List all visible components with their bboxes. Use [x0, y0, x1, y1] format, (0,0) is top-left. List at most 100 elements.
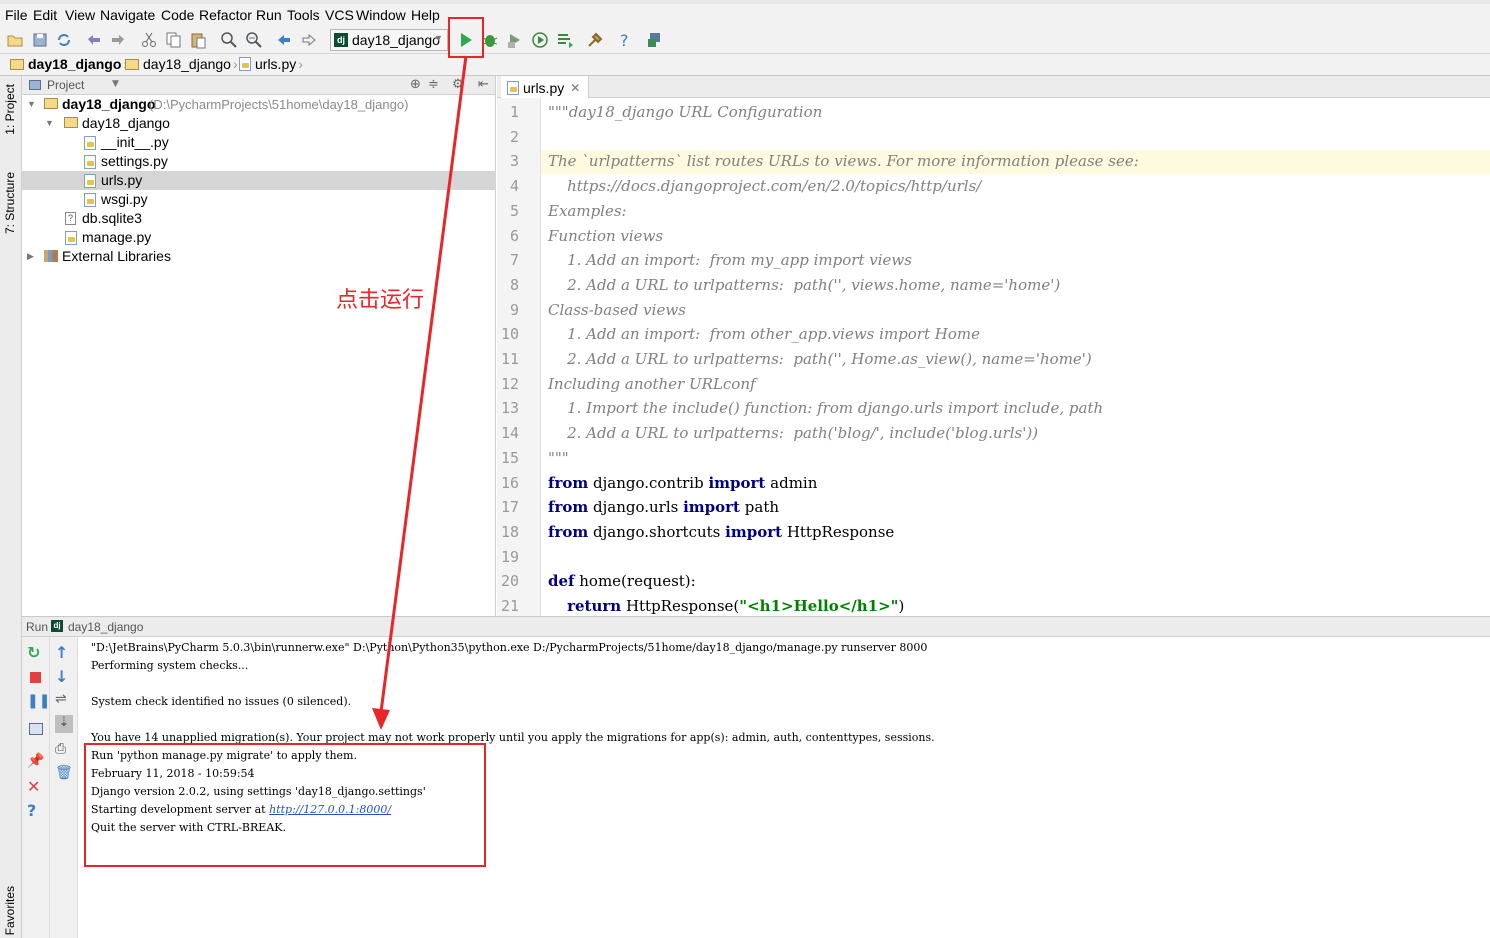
run-config-tab[interactable]: day18_django: [68, 620, 143, 634]
tree-item-db[interactable]: ? db.sqlite3: [22, 209, 496, 228]
undo-icon[interactable]: [84, 30, 104, 50]
breadcrumb: day18_django› day18_django› urls.py›: [0, 54, 1490, 76]
structure-tool-tab[interactable]: 7: Structure: [3, 172, 17, 234]
cut-icon[interactable]: [139, 30, 159, 50]
code-line: 1. Import the include() function: from d…: [548, 399, 1104, 418]
tree-item-manage[interactable]: manage.py: [22, 228, 496, 247]
breadcrumb-file[interactable]: urls.py ›: [239, 56, 305, 72]
line-number: 21: [500, 597, 519, 615]
chevron-right-icon[interactable]: ▶: [27, 247, 34, 266]
breadcrumb-project[interactable]: day18_django›: [10, 56, 130, 72]
tree-item-wsgi[interactable]: wsgi.py: [22, 190, 496, 209]
sync-scroll-icon[interactable]: ⊕: [410, 77, 421, 92]
vcs-icon[interactable]: [645, 30, 665, 50]
menu-refactor[interactable]: Refactor: [199, 7, 252, 23]
pause-icon[interactable]: ❚❚: [27, 693, 50, 711]
python-file-icon: [507, 81, 519, 95]
save-icon[interactable]: [30, 30, 50, 50]
arrow-down-icon[interactable]: ↓: [55, 667, 73, 686]
line-number: 13: [500, 399, 519, 418]
back-icon[interactable]: [274, 30, 294, 50]
redo-icon[interactable]: [108, 30, 128, 50]
chevron-down-icon[interactable]: ▼: [112, 79, 119, 89]
concurrency-icon[interactable]: [555, 30, 575, 50]
gear-icon[interactable]: ⚙: [452, 77, 464, 92]
favorites-tool-tab[interactable]: Favorites: [3, 886, 17, 935]
coverage-icon[interactable]: [505, 30, 525, 50]
stop-icon[interactable]: [27, 669, 45, 687]
profile-icon[interactable]: [530, 30, 550, 50]
project-tool-tab[interactable]: 1: Project: [3, 84, 17, 135]
line-number: 2: [509, 127, 519, 146]
svg-text:?: ?: [620, 31, 629, 50]
line-number: 3: [509, 152, 519, 171]
menu-run[interactable]: Run: [256, 7, 282, 23]
close-icon[interactable]: ✕: [570, 81, 580, 95]
code-line: from django.contrib import admin: [548, 473, 818, 492]
sync-icon[interactable]: [54, 30, 74, 50]
pin-icon[interactable]: 📌: [27, 753, 45, 771]
tree-item-project-root[interactable]: ▼ day18_django (D:\PycharmProjects\51hom…: [22, 95, 496, 114]
line-number: 7: [509, 251, 519, 270]
open-folder-icon[interactable]: [5, 30, 25, 50]
tree-item-settings[interactable]: settings.py: [22, 152, 496, 171]
code-line: The `urlpatterns` list routes URLs to vi…: [548, 152, 1139, 171]
run-configuration-select[interactable]: dj day18_django ▼: [330, 29, 448, 51]
chevron-down-icon[interactable]: ▼: [45, 114, 54, 133]
menu-view[interactable]: View: [65, 7, 95, 23]
paste-icon[interactable]: [188, 30, 208, 50]
python-file-icon: [84, 155, 96, 169]
settings-icon[interactable]: [585, 30, 605, 50]
folder-icon: [64, 117, 78, 128]
code-line: 2. Add a URL to urlpatterns: path('', vi…: [548, 275, 1061, 294]
tree-item-package[interactable]: ▼ day18_django: [22, 114, 496, 133]
menu-vcs[interactable]: VCS: [325, 7, 354, 23]
menu-tools[interactable]: Tools: [287, 7, 320, 23]
tree-item-external-libraries[interactable]: ▶ External Libraries: [22, 247, 496, 266]
line-number: 10: [500, 325, 519, 344]
tree-item-init[interactable]: __init__.py: [22, 133, 496, 152]
close-icon[interactable]: ✕: [27, 777, 45, 796]
replace-icon[interactable]: [244, 30, 264, 50]
arrow-up-icon[interactable]: ↑: [55, 643, 73, 662]
run-toolbar-left: ↻ ❚❚ 📌 ✕ ?: [22, 637, 50, 938]
menu-edit[interactable]: Edit: [33, 7, 57, 23]
tree-item-urls[interactable]: urls.py: [22, 171, 496, 190]
code-line: 2. Add a URL to urlpatterns: path('', Ho…: [548, 350, 1092, 368]
hide-panel-icon[interactable]: ⇤: [478, 77, 489, 92]
code-line: def home(request):: [548, 572, 696, 591]
django-icon: dj: [334, 33, 348, 47]
main-toolbar: dj day18_django ▼ ?: [0, 26, 1490, 54]
chevron-down-icon[interactable]: ▼: [27, 95, 36, 114]
menu-window[interactable]: Window: [356, 7, 406, 23]
django-icon: dj: [51, 620, 63, 632]
help-icon[interactable]: ?: [27, 801, 45, 820]
rerun-icon[interactable]: ↻: [27, 643, 45, 662]
forward-icon[interactable]: [299, 30, 319, 50]
trash-icon[interactable]: 🗑: [55, 765, 73, 783]
annotation-label: 点击运行: [336, 288, 425, 313]
project-panel: Project ▼ ⊕ ≑ ⚙ ⇤ ▼ day18_django (D:\Pyc…: [22, 76, 496, 616]
line-number: 4: [509, 177, 519, 196]
find-icon[interactable]: [219, 30, 239, 50]
annotation-output-highlight: [84, 743, 486, 867]
menu-file[interactable]: File: [5, 7, 28, 23]
breadcrumb-package[interactable]: day18_django ›: [125, 56, 240, 72]
menu-help[interactable]: Help: [411, 7, 440, 23]
tab-urls-py[interactable]: urls.py ✕: [501, 76, 590, 98]
line-number: 8: [509, 275, 519, 294]
print-icon[interactable]: ⎙: [55, 741, 73, 759]
layout-icon[interactable]: [27, 721, 45, 739]
line-number: 16: [500, 473, 519, 492]
copy-icon[interactable]: [163, 30, 183, 50]
scroll-to-end-icon[interactable]: ⇣: [55, 715, 73, 733]
line-number: 1: [509, 103, 519, 121]
collapse-all-icon[interactable]: ≑: [428, 77, 439, 92]
run-panel-title: Run: [26, 620, 49, 634]
project-view-select[interactable]: Project: [47, 78, 84, 92]
soft-wrap-icon[interactable]: ⇌: [55, 691, 73, 709]
menu-code[interactable]: Code: [161, 7, 194, 23]
code-editor: urls.py ✕ 1 2 3 4 5 6 7 8 9 10 11 12 13 14 15 16 17 18 19 2…: [497, 76, 1490, 616]
menu-navigate[interactable]: Navigate: [100, 7, 155, 23]
help-icon[interactable]: ?: [615, 30, 635, 50]
